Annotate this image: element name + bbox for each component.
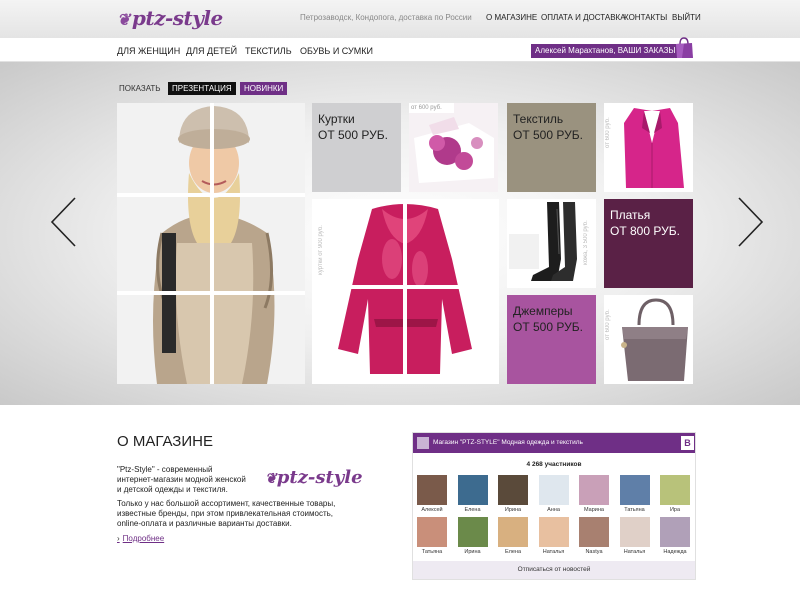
menu-shoes-bags[interactable]: ОБУВЬ И СУМКИ bbox=[300, 46, 373, 56]
presentation-button[interactable]: ПРЕЗЕНТАЦИЯ bbox=[168, 82, 236, 95]
avatar bbox=[660, 517, 690, 547]
member-name: Елена bbox=[464, 507, 481, 513]
member-avatar[interactable]: Елена bbox=[457, 475, 489, 513]
vk-group-widget: Магазин "PTZ-STYLE" Модная одежда и текс… bbox=[412, 432, 696, 580]
member-count: 4 268 участников bbox=[526, 461, 582, 468]
member-avatar[interactable]: Ира bbox=[659, 475, 691, 513]
vk-group-title: Магазин "PTZ-STYLE" Модная одежда и текс… bbox=[433, 439, 583, 446]
about-intro-line-2: интернет-магазин модной женской bbox=[117, 475, 246, 484]
member-name: Алексей bbox=[421, 507, 443, 513]
member-avatar[interactable]: Ирина bbox=[497, 475, 529, 513]
tile-dresses[interactable]: Платья ОТ 800 РУБ. bbox=[604, 199, 693, 288]
group-avatar-icon bbox=[417, 437, 429, 449]
about-logo: ❦ptz-style bbox=[265, 467, 363, 488]
about-logo-text: ptz-style bbox=[276, 467, 363, 488]
logo-text: ptz-style bbox=[131, 6, 223, 30]
show-label: ПОКАЗАТЬ bbox=[119, 84, 161, 93]
about-body-line-3: online-оплата и различные варианты доста… bbox=[117, 519, 292, 528]
member-name: Ира bbox=[669, 507, 681, 513]
vk-widget-header[interactable]: Магазин "PTZ-STYLE" Модная одежда и текс… bbox=[413, 433, 695, 453]
new-items-button[interactable]: НОВИНКИ bbox=[240, 82, 288, 95]
nav-payment-delivery[interactable]: ОПЛАТА И ДОСТАВКА bbox=[541, 13, 626, 22]
more-link-text: Подробнее bbox=[122, 534, 165, 543]
handbag-image[interactable] bbox=[604, 295, 693, 384]
member-avatar[interactable]: Nastya bbox=[578, 517, 610, 555]
member-name: Анна bbox=[547, 507, 560, 513]
about-intro-line-1: "Ptz-Style" - современный bbox=[117, 465, 213, 474]
avatar bbox=[538, 517, 569, 547]
next-arrow-icon[interactable] bbox=[735, 196, 765, 248]
avatar bbox=[417, 475, 447, 505]
avatar bbox=[457, 475, 488, 505]
about-title: О МАГАЗИНЕ bbox=[117, 433, 213, 450]
avatar bbox=[579, 517, 609, 547]
tile-textile[interactable]: Текстиль ОТ 500 РУБ. bbox=[507, 103, 596, 192]
nav-about[interactable]: О МАГАЗИНЕ bbox=[486, 13, 537, 22]
bedding-price-tag: от 600 руб. bbox=[409, 103, 454, 113]
jacket-price-tag: куртки от 900 руб. bbox=[318, 225, 324, 275]
logo-swirl-icon: ❦ bbox=[117, 10, 130, 29]
member-name: Nastya bbox=[585, 549, 603, 555]
nav-logout[interactable]: ВЫЙТИ bbox=[672, 13, 701, 22]
member-name: Надежда bbox=[663, 549, 687, 555]
about-body-line-1: Только у нас большой ассортимент, качест… bbox=[117, 499, 336, 508]
menu-textile[interactable]: ТЕКСТИЛЬ bbox=[245, 46, 292, 56]
fur-model-image[interactable] bbox=[117, 103, 305, 384]
avatar bbox=[579, 475, 609, 505]
blazer-price-tag: от 600 руб. bbox=[605, 117, 611, 148]
member-avatar[interactable]: Ирина bbox=[457, 517, 489, 555]
avatar bbox=[498, 517, 528, 547]
member-avatar[interactable]: Татьяна bbox=[619, 475, 651, 513]
avatar bbox=[660, 475, 690, 505]
tile-jackets[interactable]: Куртки ОТ 500 РУБ. bbox=[312, 103, 401, 192]
member-name: Наталья bbox=[623, 549, 646, 555]
member-name: Татьяна bbox=[421, 549, 443, 555]
member-name: Ирина bbox=[464, 549, 481, 555]
tile-sweaters-label: Джемперы ОТ 500 РУБ. bbox=[513, 304, 583, 334]
member-avatar[interactable]: Елена bbox=[497, 517, 529, 555]
member-avatar[interactable]: Марина bbox=[578, 475, 610, 513]
tile-sweaters[interactable]: Джемперы ОТ 500 РУБ. bbox=[507, 295, 596, 384]
site-logo[interactable]: ❦ ptz-style bbox=[117, 6, 223, 30]
avatar bbox=[457, 517, 488, 547]
pink-jacket-image[interactable] bbox=[312, 199, 499, 384]
pink-blazer-image[interactable] bbox=[604, 103, 693, 192]
logo-swirl-icon: ❦ bbox=[265, 471, 277, 487]
about-body-line-2: известные бренды, при этом привлекательн… bbox=[117, 509, 334, 518]
unsubscribe-button[interactable]: Отписаться от новостей bbox=[413, 561, 695, 579]
location-text: Петрозаводск, Кондопога, доставка по Рос… bbox=[300, 13, 472, 22]
tile-dresses-label: Платья ОТ 800 РУБ. bbox=[610, 208, 680, 238]
avatar bbox=[538, 475, 569, 505]
tile-jackets-label: Куртки ОТ 500 РУБ. bbox=[318, 112, 388, 142]
member-avatar[interactable]: Наталья bbox=[538, 517, 570, 555]
member-avatar[interactable]: Наталья bbox=[619, 517, 651, 555]
nav-contacts[interactable]: КОНТАКТЫ bbox=[624, 13, 667, 22]
member-name: Наталья bbox=[542, 549, 565, 555]
about-intro-line-3: и детской одежды и текстиля. bbox=[117, 485, 228, 494]
boots-price-tag: кожа, 3 500 руб. bbox=[583, 220, 589, 265]
avatar bbox=[498, 475, 528, 505]
vk-logo-icon[interactable]: В bbox=[681, 436, 694, 450]
member-avatar[interactable]: Алексей bbox=[416, 475, 448, 513]
avatar bbox=[417, 517, 447, 547]
member-name: Ирина bbox=[504, 507, 522, 513]
member-name: Татьяна bbox=[624, 507, 645, 513]
member-name: Марина bbox=[584, 507, 604, 513]
bedding-image[interactable] bbox=[409, 103, 498, 192]
user-orders-link[interactable]: Алексей Марахтанов, ВАШИ ЗАКАЗЫ bbox=[531, 44, 679, 58]
chevron-right-icon: › bbox=[117, 534, 120, 543]
member-avatar[interactable]: Надежда bbox=[659, 517, 691, 555]
tile-textile-label: Текстиль ОТ 500 РУБ. bbox=[513, 112, 583, 142]
shopping-bag-icon[interactable] bbox=[674, 37, 694, 59]
avatar bbox=[619, 475, 650, 505]
menu-kids[interactable]: ДЛЯ ДЕТЕЙ bbox=[186, 46, 237, 56]
more-link[interactable]: › Подробнее bbox=[117, 534, 164, 543]
prev-arrow-icon[interactable] bbox=[49, 196, 79, 248]
member-name: Елена bbox=[504, 549, 522, 555]
menu-women[interactable]: ДЛЯ ЖЕНЩИН bbox=[117, 46, 180, 56]
bag-price-tag: от 600 руб. bbox=[605, 309, 611, 340]
member-avatar[interactable]: Анна bbox=[538, 475, 570, 513]
avatar bbox=[619, 517, 650, 547]
member-avatar[interactable]: Татьяна bbox=[416, 517, 448, 555]
